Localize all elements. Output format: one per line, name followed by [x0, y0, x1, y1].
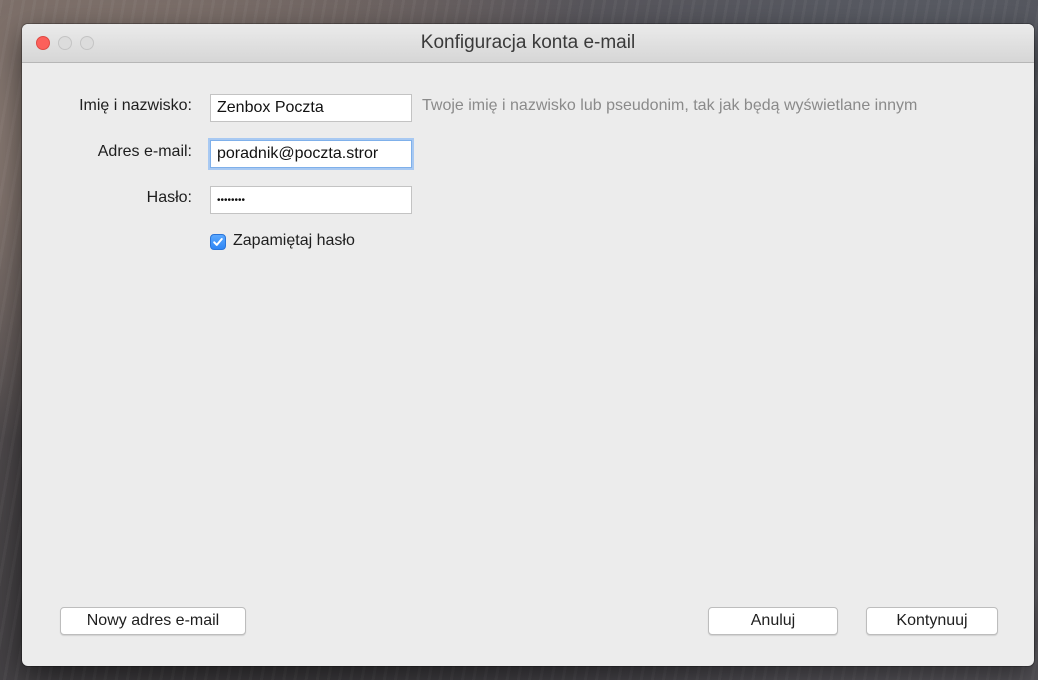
email-label: Adres e-mail:	[97, 143, 192, 160]
remember-password-checkbox[interactable]	[210, 234, 226, 250]
name-label: Imię i nazwisko:	[79, 97, 192, 114]
title-bar[interactable]: Konfiguracja konta e-mail	[22, 24, 1034, 63]
remember-password-label: Zapamiętaj hasło	[233, 232, 355, 249]
account-setup-window: Konfiguracja konta e-mail Imię i nazwisk…	[22, 24, 1034, 666]
password-label: Hasło:	[146, 189, 192, 206]
name-field[interactable]: Zenbox Poczta	[210, 94, 412, 122]
window-title: Konfiguracja konta e-mail	[420, 32, 636, 53]
checkmark-icon	[213, 238, 223, 246]
password-field[interactable]: ••••••••	[210, 186, 412, 214]
cancel-button[interactable]: Anuluj	[708, 607, 838, 635]
name-hint: Twoje imię i nazwisko lub pseudonim, tak…	[422, 97, 918, 114]
continue-button[interactable]: Kontynuuj	[866, 607, 998, 635]
new-email-address-button[interactable]: Nowy adres e-mail	[60, 607, 246, 635]
email-field[interactable]: poradnik@poczta.stror	[210, 140, 412, 168]
